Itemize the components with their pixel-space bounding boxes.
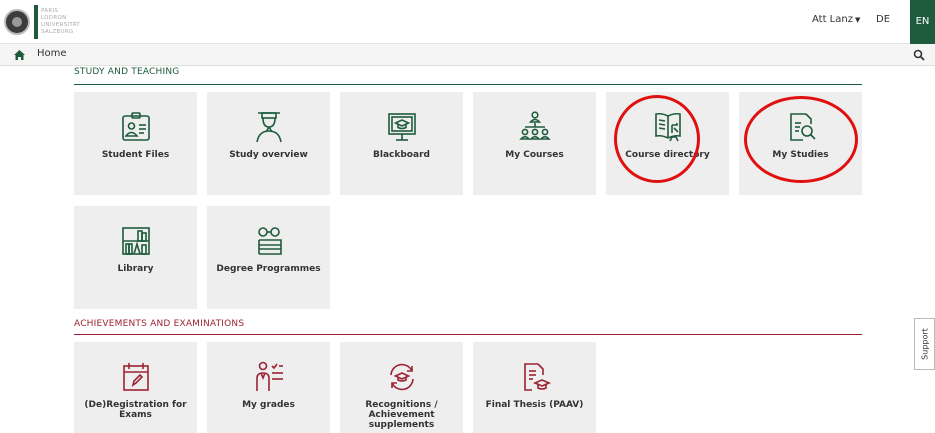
calendar-edit-icon bbox=[122, 363, 149, 391]
degree-programmes-icon bbox=[257, 227, 282, 255]
search-icon[interactable] bbox=[913, 49, 925, 61]
logo-line: SALZBURG bbox=[41, 29, 74, 35]
logo-line: LODRON bbox=[41, 15, 67, 21]
tile-student-files[interactable]: Student Files bbox=[74, 92, 197, 195]
student-files-icon bbox=[121, 112, 150, 141]
tile-label: My Courses bbox=[505, 150, 564, 160]
caret-down-icon: ▼ bbox=[854, 16, 861, 24]
top-bar: PARIS LODRON UNIVERSITÄT SALZBURG Att La… bbox=[0, 0, 935, 44]
tile-exam-registration[interactable]: (De)Registration for Exams bbox=[74, 342, 197, 433]
section-divider bbox=[74, 84, 862, 85]
thesis-icon bbox=[523, 363, 551, 391]
tile-label: My grades bbox=[242, 400, 295, 410]
tile-study-overview[interactable]: Study overview bbox=[207, 92, 330, 195]
breadcrumb-bar: Home bbox=[0, 44, 935, 66]
tile-blackboard[interactable]: Blackboard bbox=[340, 92, 463, 195]
user-menu[interactable]: Att Lanz ▼ bbox=[812, 14, 860, 25]
tile-label: (De)Registration for Exams bbox=[84, 400, 187, 420]
university-logo[interactable]: PARIS LODRON UNIVERSITÄT SALZBURG bbox=[4, 3, 82, 41]
section-title-exams: Achievements and examinations bbox=[74, 319, 245, 329]
highlight-circle bbox=[744, 96, 858, 183]
tile-my-courses[interactable]: My Courses bbox=[473, 92, 596, 195]
home-icon[interactable] bbox=[13, 49, 26, 61]
tile-degree-programmes[interactable]: Degree Programmes bbox=[207, 206, 330, 309]
support-tab[interactable]: Support bbox=[914, 318, 935, 370]
section-title-study: Study and teaching bbox=[74, 67, 180, 77]
library-icon bbox=[121, 227, 150, 255]
tile-label: Student Files bbox=[101, 150, 170, 160]
language-en-button[interactable]: EN bbox=[910, 0, 935, 44]
tile-label: Final Thesis (PAAV) bbox=[485, 400, 584, 410]
highlight-circle bbox=[614, 95, 700, 183]
support-label: Support bbox=[920, 328, 929, 360]
tile-label: Recognitions / Achievement supplements bbox=[365, 400, 438, 430]
tile-label: Study overview bbox=[229, 150, 308, 160]
blackboard-icon bbox=[387, 113, 416, 141]
breadcrumb-home[interactable]: Home bbox=[37, 48, 67, 59]
tile-final-thesis[interactable]: Final Thesis (PAAV) bbox=[473, 342, 596, 433]
university-seal-icon bbox=[4, 9, 30, 35]
logo-line: PARIS bbox=[41, 8, 59, 14]
tile-label: Library bbox=[117, 264, 154, 274]
language-de-button[interactable]: DE bbox=[876, 14, 890, 25]
tile-recognitions[interactable]: Recognitions / Achievement supplements bbox=[340, 342, 463, 433]
tile-my-grades[interactable]: My grades bbox=[207, 342, 330, 433]
graduate-icon bbox=[255, 112, 282, 143]
tile-label: Degree Programmes bbox=[216, 264, 321, 274]
courses-icon bbox=[518, 111, 551, 140]
section-divider bbox=[74, 334, 862, 335]
logo-line: UNIVERSITÄT bbox=[41, 22, 80, 28]
tile-library[interactable]: Library bbox=[74, 206, 197, 309]
grades-icon bbox=[255, 361, 283, 391]
tile-label: Blackboard bbox=[373, 150, 430, 160]
user-name: Att Lanz bbox=[812, 14, 853, 25]
recognition-icon bbox=[389, 363, 414, 391]
